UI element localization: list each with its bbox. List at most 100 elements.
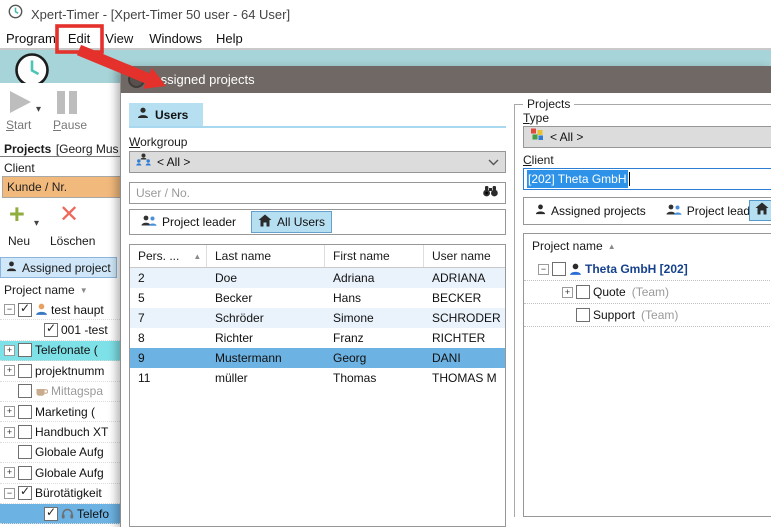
checkbox[interactable] xyxy=(576,308,590,322)
table-cell: 9 xyxy=(130,351,207,365)
table-row[interactable]: 9MustermannGeorgDANI xyxy=(130,348,505,368)
table-cell: Franz xyxy=(325,331,424,345)
expand-icon[interactable]: + xyxy=(4,365,15,376)
tab-users[interactable]: Users xyxy=(129,103,203,126)
workgroup-icon xyxy=(136,153,151,171)
checkbox[interactable] xyxy=(576,285,590,299)
dialog-titlebar[interactable]: Assigned projects xyxy=(121,66,771,93)
collapse-icon[interactable]: − xyxy=(4,304,15,315)
checkbox[interactable] xyxy=(18,384,32,398)
projects-header-user: [Georg Mus xyxy=(56,142,119,156)
tree-item[interactable]: +projektnumm xyxy=(0,361,120,381)
tree-item[interactable]: −✓Bürotätigkeit xyxy=(0,484,120,504)
delete-button-label[interactable]: Löschen xyxy=(50,234,95,248)
menu-item-program[interactable]: Program xyxy=(6,31,56,46)
expand-icon[interactable]: + xyxy=(562,287,573,298)
tree-item[interactable]: −Theta GmbH [202] xyxy=(524,258,771,281)
table-cell: 7 xyxy=(130,311,207,325)
start-icon[interactable] xyxy=(8,90,33,119)
table-cell: Becker xyxy=(207,291,325,305)
user-search-input[interactable]: User / No. xyxy=(129,182,506,204)
sort-asc-icon: ▲ xyxy=(193,252,201,261)
tree-item[interactable]: ✓001 -test xyxy=(0,320,120,340)
pause-icon[interactable] xyxy=(57,91,77,114)
checkbox[interactable]: ✓ xyxy=(44,507,58,521)
tree-item[interactable]: +Quote(Team) xyxy=(524,281,771,304)
table-row[interactable]: 11müllerThomasTHOMAS M xyxy=(130,368,505,388)
start-dropdown-caret[interactable]: ▾ xyxy=(36,104,41,115)
checkbox[interactable] xyxy=(18,343,32,357)
client-project-tree: Project name ▲ −Theta GmbH [202]+Quote(T… xyxy=(523,233,771,517)
checkbox[interactable]: ✓ xyxy=(18,303,32,317)
cubes-icon xyxy=(530,128,544,146)
tree-item[interactable]: Mittagspa xyxy=(0,382,120,402)
tree-item[interactable]: +Handbuch XT xyxy=(0,422,120,442)
left-tree-header[interactable]: Project name ▼ xyxy=(4,283,88,297)
tree-item[interactable]: +Globale Aufg xyxy=(0,463,120,483)
table-cell: Simone xyxy=(325,311,424,325)
table-cell: Richter xyxy=(207,331,325,345)
pause-button-label[interactable]: Pause xyxy=(53,118,87,132)
table-cell: BECKER xyxy=(424,291,505,305)
project-leader-filter-button[interactable]: Project leader xyxy=(134,212,243,233)
table-row[interactable]: 8RichterFranzRICHTER xyxy=(130,328,505,348)
assigned-projects-dialog: Assigned projects Users Workgroup < All … xyxy=(120,66,771,527)
right-tree-rows: −Theta GmbH [202]+Quote(Team)Support(Tea… xyxy=(524,258,771,327)
people-icon xyxy=(141,215,157,230)
expand-icon[interactable]: + xyxy=(4,427,15,438)
checkbox[interactable] xyxy=(18,405,32,419)
assigned-projects-filter-button[interactable]: Assigned projects xyxy=(528,201,653,221)
menu-item-edit[interactable]: Edit xyxy=(68,31,90,46)
checkbox[interactable]: ✓ xyxy=(18,486,32,500)
checkbox[interactable] xyxy=(18,445,32,459)
start-button-label[interactable]: Start xyxy=(6,118,31,132)
tree-item[interactable]: +Telefonate ( xyxy=(0,341,120,361)
new-dropdown-caret[interactable]: ▾ xyxy=(34,218,39,229)
users-table-header[interactable]: Pers. ...▲Last nameFirst nameUser name xyxy=(130,245,505,268)
checkbox[interactable] xyxy=(552,262,566,276)
panel-separator xyxy=(0,156,120,157)
menu-item-help[interactable]: Help xyxy=(216,31,243,46)
menu-item-windows[interactable]: Windows xyxy=(149,31,202,46)
all-users-filter-button[interactable]: All Users xyxy=(251,211,332,233)
client-number-input[interactable]: Kunde / Nr. xyxy=(2,176,120,198)
person-icon xyxy=(137,106,149,124)
new-button-label[interactable]: Neu xyxy=(8,234,30,248)
collapse-icon[interactable]: − xyxy=(4,488,15,499)
column-header[interactable]: Pers. ...▲ xyxy=(130,245,207,267)
checkbox[interactable] xyxy=(18,466,32,480)
checkbox[interactable]: ✓ xyxy=(44,323,58,337)
tree-item[interactable]: ✓Telefo xyxy=(0,504,120,524)
new-icon[interactable]: + xyxy=(9,201,25,228)
expand-icon[interactable]: + xyxy=(4,467,15,478)
collapse-icon[interactable]: − xyxy=(538,264,549,275)
checkbox[interactable] xyxy=(18,364,32,378)
column-header[interactable]: Last name xyxy=(207,245,325,267)
tree-item[interactable]: Globale Aufg xyxy=(0,443,120,463)
workgroup-select[interactable]: < All > xyxy=(129,151,506,173)
tree-item[interactable]: −✓test haupt xyxy=(0,300,120,320)
table-cell: Mustermann xyxy=(207,351,325,365)
right-tree-header[interactable]: Project name ▲ xyxy=(524,234,771,258)
all-users-home-button[interactable] xyxy=(749,200,771,221)
table-row[interactable]: 2DoeAdrianaADRIANA xyxy=(130,268,505,288)
tree-item[interactable]: Support(Team) xyxy=(524,304,771,327)
table-row[interactable]: 7SchröderSimoneSCHRODER xyxy=(130,308,505,328)
delete-icon[interactable]: ✕ xyxy=(59,202,79,228)
column-header[interactable]: First name xyxy=(325,245,424,267)
coffee-icon xyxy=(35,386,48,397)
users-table: Pers. ...▲Last nameFirst nameUser name 2… xyxy=(129,244,506,527)
checkbox[interactable] xyxy=(18,425,32,439)
table-cell: müller xyxy=(207,371,325,385)
workgroup-label: Workgroup xyxy=(129,135,187,149)
binoculars-icon[interactable] xyxy=(482,184,499,202)
table-row[interactable]: 5BeckerHansBECKER xyxy=(130,288,505,308)
column-header[interactable]: User name xyxy=(424,245,505,267)
menu-item-view[interactable]: View xyxy=(105,31,133,46)
expand-icon[interactable]: + xyxy=(4,406,15,417)
tree-item[interactable]: +Marketing ( xyxy=(0,402,120,422)
client-input[interactable]: [202] Theta GmbH xyxy=(523,168,771,190)
type-select[interactable]: < All > xyxy=(523,126,771,148)
assigned-projects-button[interactable]: Assigned project xyxy=(0,257,117,278)
expand-icon[interactable]: + xyxy=(4,345,15,356)
